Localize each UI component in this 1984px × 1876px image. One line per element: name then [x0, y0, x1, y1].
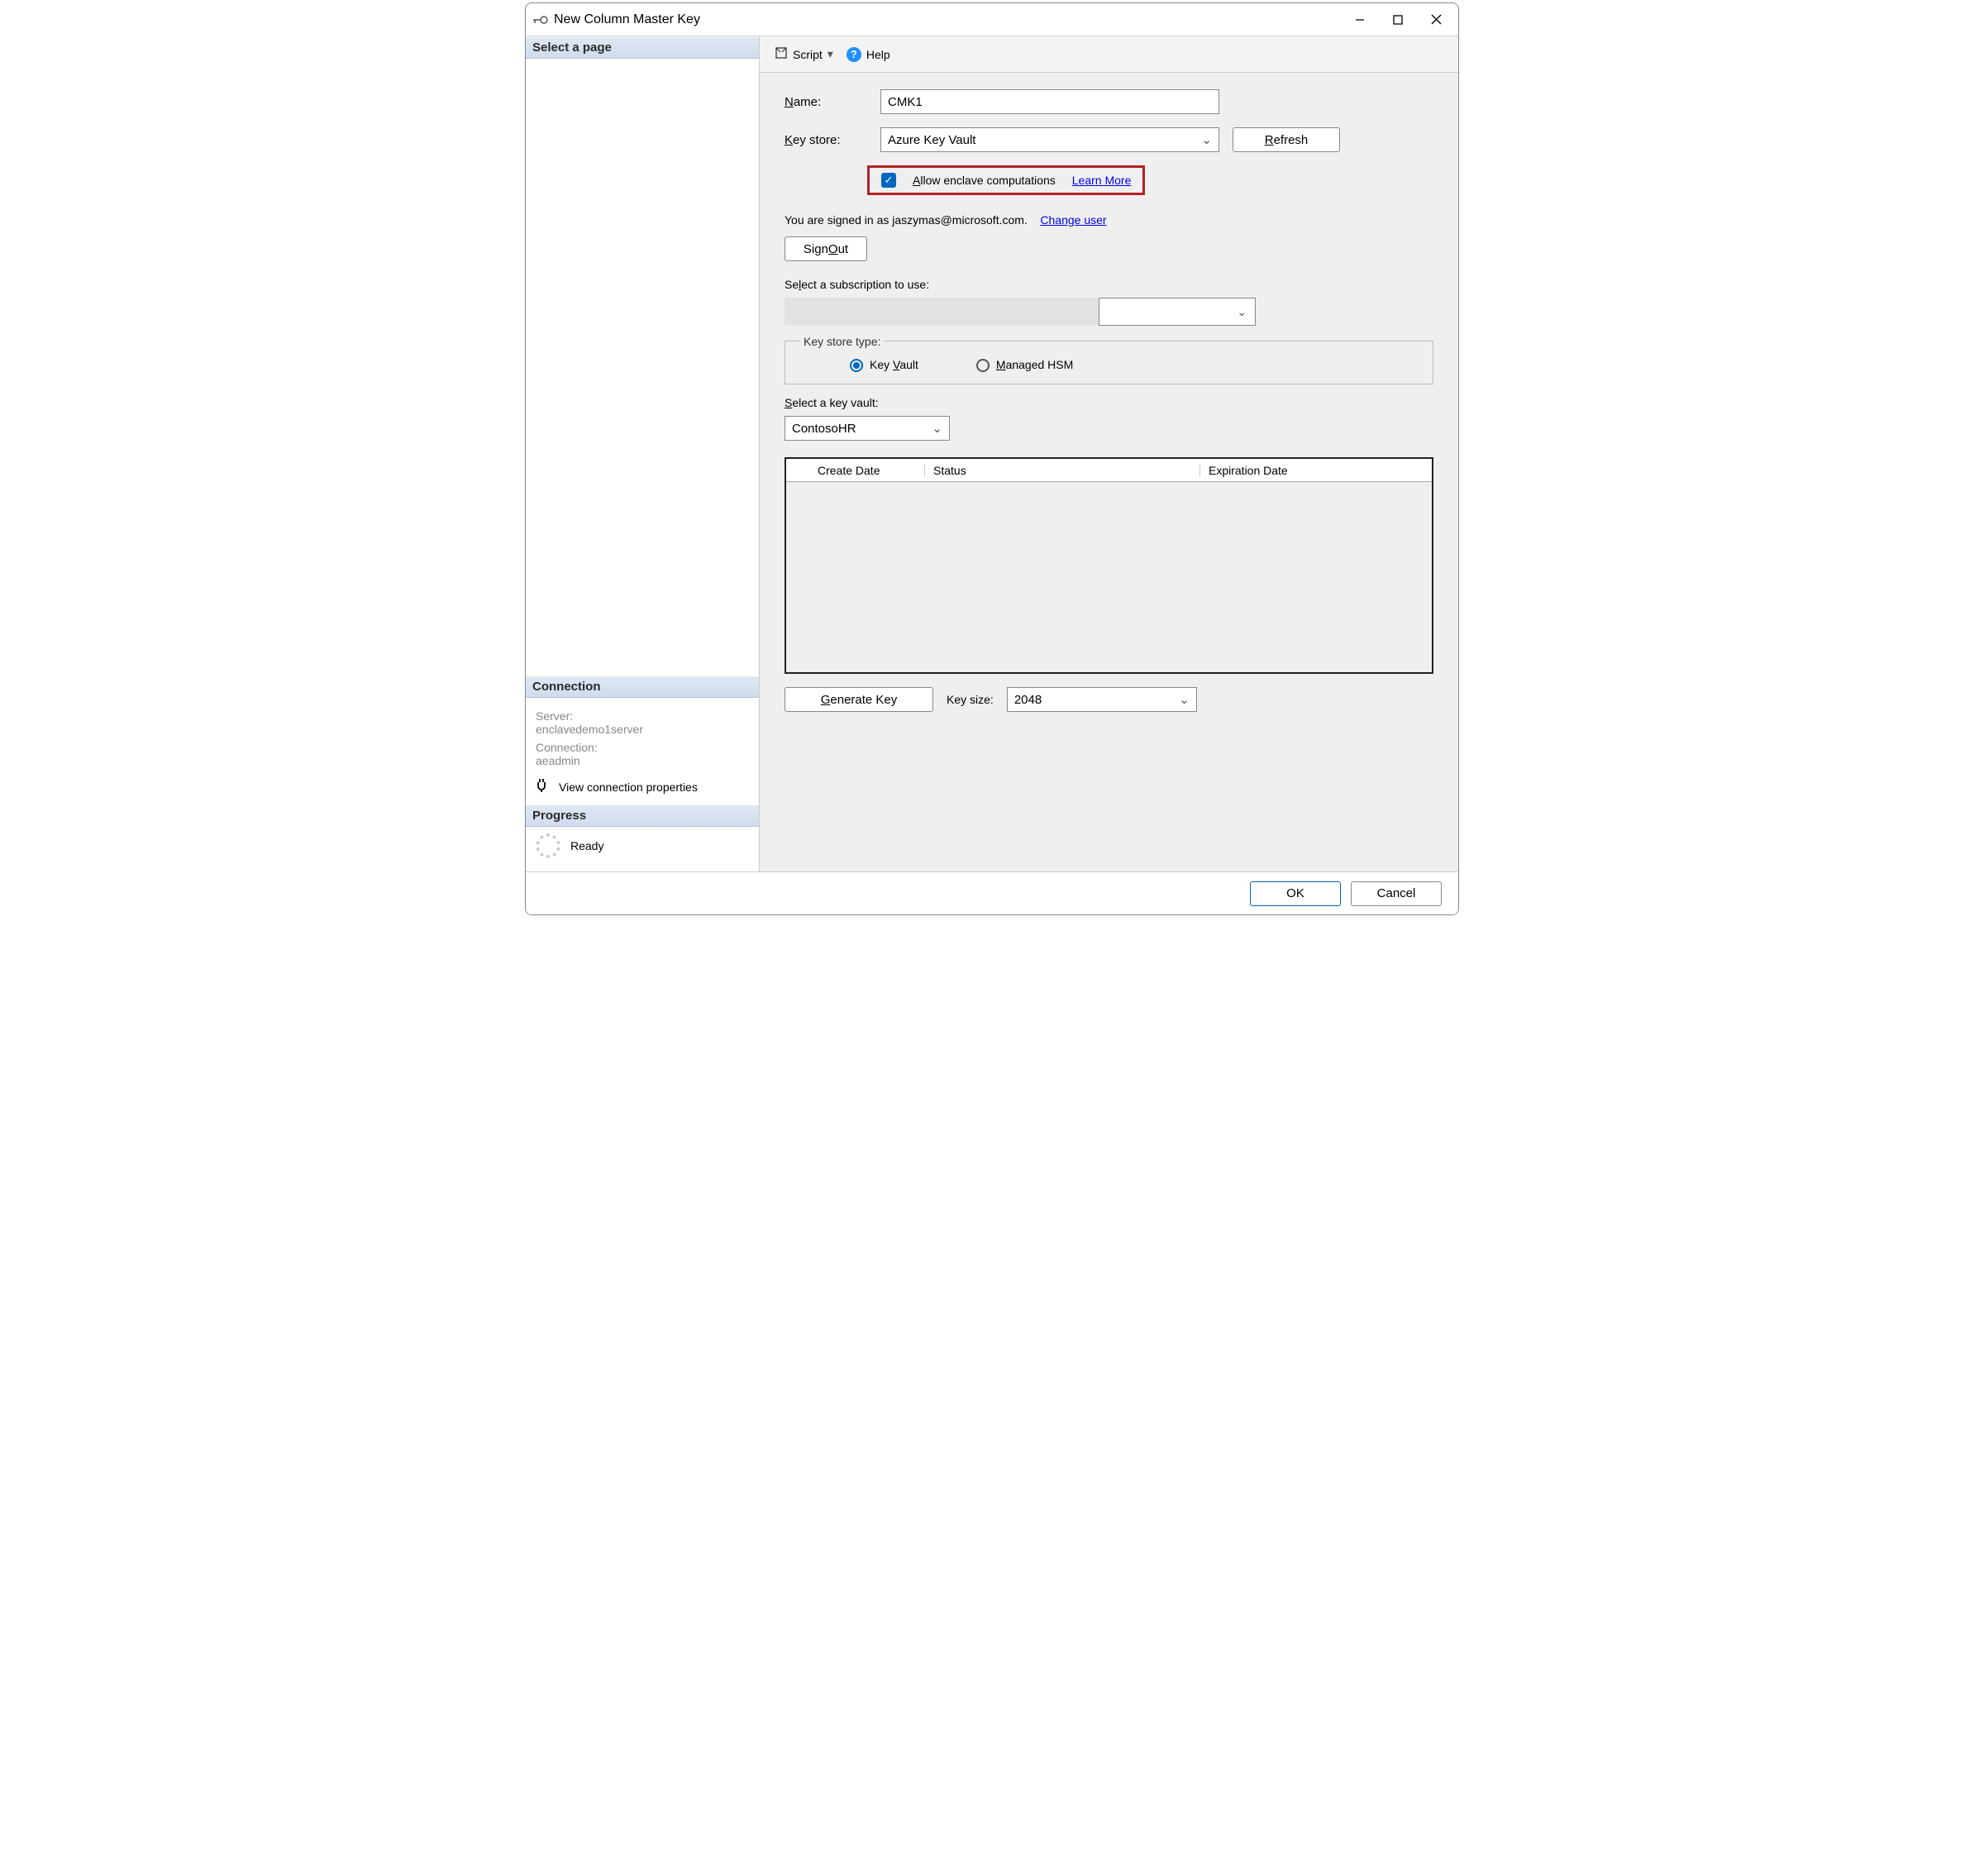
select-key-vault-label: Select a key vault: — [785, 396, 1433, 409]
sidebar: Select a page Connection Server: enclave… — [526, 36, 760, 871]
key-vault-value: ContosoHR — [792, 422, 856, 436]
connection-label: Connection: — [536, 741, 749, 754]
generate-key-button[interactable]: Generate Key — [785, 687, 933, 712]
key-size-label: Key size: — [947, 693, 994, 706]
keystore-select[interactable]: Azure Key Vault ⌄ — [880, 127, 1219, 152]
name-input[interactable] — [880, 89, 1219, 114]
progress-header: Progress — [526, 804, 759, 827]
subscription-select[interactable]: ⌄ — [1099, 298, 1256, 326]
window-title: New Column Master Key — [549, 12, 1341, 27]
script-icon — [775, 46, 788, 62]
help-icon: ? — [847, 47, 861, 62]
enclave-highlight: ✓ Allow enclave computations Learn More — [867, 165, 1145, 195]
toolbar: Script ▾ ? Help — [760, 36, 1458, 73]
script-button[interactable]: Script ▾ — [771, 45, 837, 64]
keystore-label: Key store: — [785, 133, 867, 147]
radio-key-vault[interactable]: Key Vault — [850, 358, 918, 372]
close-button[interactable] — [1417, 7, 1455, 33]
radio-managed-hsm[interactable]: Managed HSM — [976, 358, 1073, 372]
col-status[interactable]: Status — [925, 464, 1200, 477]
titlebar: New Column Master Key — [526, 3, 1458, 36]
chevron-down-icon: ⌄ — [1237, 305, 1247, 319]
refresh-button[interactable]: Refresh — [1233, 127, 1340, 152]
col-expiration[interactable]: Expiration Date — [1200, 464, 1432, 477]
ok-button[interactable]: OK — [1250, 881, 1341, 906]
allow-enclave-checkbox[interactable]: ✓ — [881, 173, 896, 188]
allow-enclave-label: Allow enclave computations — [913, 174, 1056, 187]
script-label: Script — [793, 48, 823, 61]
maximize-button[interactable] — [1379, 7, 1417, 33]
dialog-window: New Column Master Key Select a page Conn… — [525, 2, 1459, 915]
chevron-down-icon: ⌄ — [932, 421, 942, 436]
dialog-footer: OK Cancel — [526, 871, 1458, 914]
help-label: Help — [866, 48, 890, 61]
connection-header: Connection — [526, 675, 759, 698]
minimize-button[interactable] — [1341, 7, 1379, 33]
progress-spinner-icon — [536, 833, 560, 858]
plug-icon — [536, 779, 551, 795]
chevron-down-icon: ⌄ — [1179, 692, 1190, 707]
progress-state: Ready — [570, 839, 603, 852]
select-subscription-label: Select a subscription to use: — [785, 278, 1433, 291]
select-page-header: Select a page — [526, 36, 759, 59]
cancel-button[interactable]: Cancel — [1351, 881, 1442, 906]
keys-table: Create Date Status Expiration Date — [785, 457, 1433, 674]
view-connection-properties-label: View connection properties — [559, 780, 698, 794]
signed-in-text: You are signed in as jaszymas@microsoft.… — [785, 213, 1028, 227]
chevron-down-icon: ⌄ — [1201, 132, 1212, 147]
help-button[interactable]: ? Help — [843, 45, 894, 64]
keystore-value: Azure Key Vault — [888, 133, 975, 147]
subscription-row: ⌄ — [785, 298, 1256, 326]
server-label: Server: — [536, 709, 749, 723]
name-label: Name: — [785, 95, 867, 109]
key-size-value: 2048 — [1014, 693, 1042, 707]
learn-more-link[interactable]: Learn More — [1072, 174, 1132, 187]
keystore-type-group: Key store type: Key Vault Managed HSM — [785, 341, 1433, 384]
change-user-link[interactable]: Change user — [1040, 213, 1106, 227]
col-create-date[interactable]: Create Date — [809, 464, 925, 477]
key-size-select[interactable]: 2048 ⌄ — [1007, 687, 1197, 712]
key-icon — [532, 16, 549, 24]
server-value: enclavedemo1server — [536, 723, 749, 736]
view-connection-properties[interactable]: View connection properties — [536, 779, 749, 795]
key-vault-select[interactable]: ContosoHR ⌄ — [785, 416, 950, 441]
connection-value: aeadmin — [536, 754, 749, 767]
sign-out-button[interactable]: Sign Out — [785, 236, 867, 261]
chevron-down-icon: ▾ — [827, 47, 833, 61]
keystore-type-legend: Key store type: — [800, 335, 884, 348]
main-panel: Script ▾ ? Help Name: Key store: Azure K… — [760, 36, 1458, 871]
